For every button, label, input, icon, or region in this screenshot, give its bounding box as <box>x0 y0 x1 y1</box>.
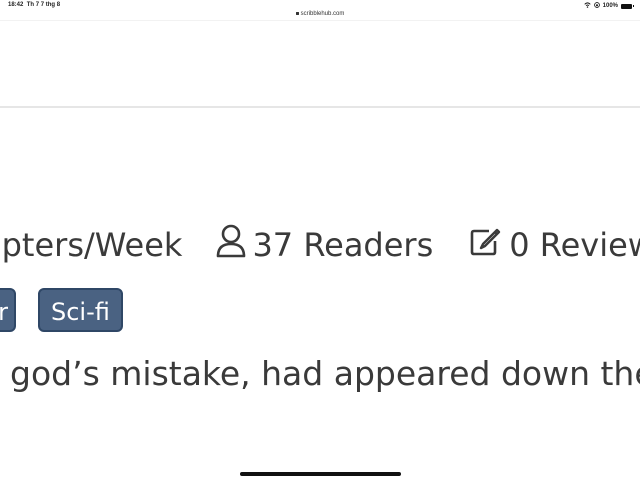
status-indicators: 100% <box>583 2 634 10</box>
stat-chapters-per-week: apters/Week <box>0 226 182 264</box>
home-indicator[interactable] <box>240 472 401 476</box>
stat-readers[interactable]: 37 Readers <box>216 224 433 266</box>
lock-icon <box>295 11 299 15</box>
status-time: 18:42 Th 7 7 thg 8 <box>8 2 60 8</box>
orientation-lock-icon <box>593 2 600 10</box>
user-icon <box>216 224 252 266</box>
wifi-icon <box>583 2 591 10</box>
url-text: scribblehub.com <box>300 11 345 17</box>
synopsis-text: god’s mistake, had appeared down the <box>10 354 640 393</box>
genre-tag[interactable]: r <box>0 288 16 332</box>
stat-reviews[interactable]: 0 Reviews <box>469 225 640 265</box>
battery-percent: 100% <box>602 3 618 9</box>
readers-count: 37 Readers <box>252 226 434 264</box>
site-header <box>0 20 640 108</box>
reviews-count: 0 Reviews <box>509 226 640 264</box>
time-label: 18:42 <box>8 2 24 8</box>
address-bar[interactable]: scribblehub.com <box>0 11 640 17</box>
genre-tags: r Sci-fi <box>0 288 640 334</box>
genre-tag-scifi[interactable]: Sci-fi <box>38 288 123 332</box>
status-bar: 18:42 Th 7 7 thg 8 100% scribblehub.com <box>0 0 640 20</box>
series-stats: apters/Week 37 Readers 0 Reviews <box>0 224 640 266</box>
battery-icon <box>621 3 634 9</box>
edit-icon <box>469 225 509 265</box>
chapters-per-week-label: apters/Week <box>0 226 183 264</box>
date-label: Th 7 7 thg 8 <box>26 2 61 8</box>
